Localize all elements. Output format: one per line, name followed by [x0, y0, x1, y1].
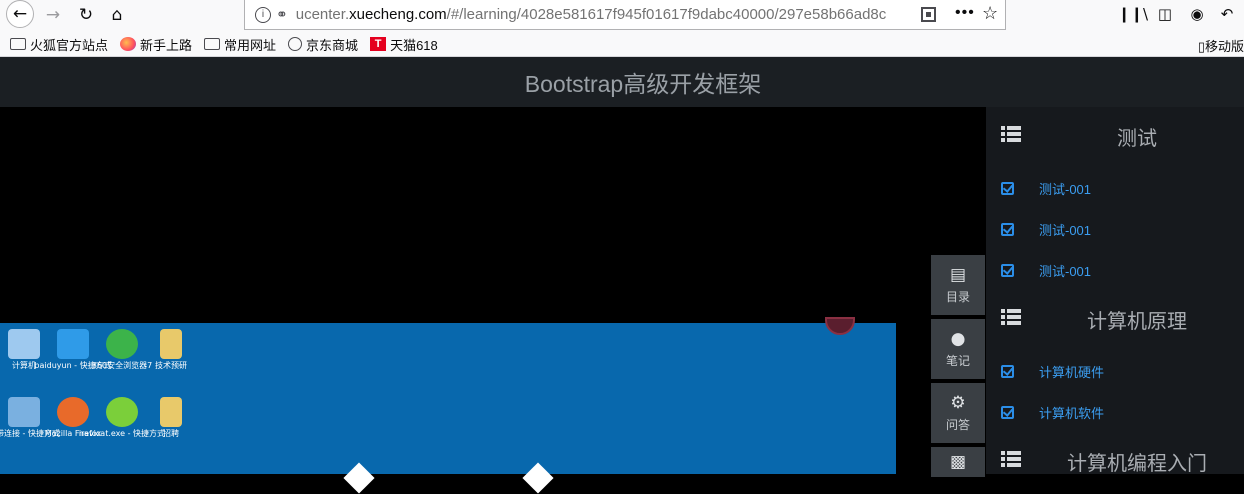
user-icon: ●	[950, 328, 966, 349]
desktop-icon: 技术预研	[147, 329, 195, 370]
page-actions-icon[interactable]: •••	[955, 4, 975, 22]
checkbox-icon	[1001, 405, 1014, 419]
account-icon[interactable]: ◉	[1186, 4, 1208, 24]
browser-chrome: ← → ↻ ⌂ i ⚭ ucenter.xuecheng.com/#/learn…	[0, 0, 1244, 57]
tab-qa[interactable]: ⚙ 问答	[931, 383, 985, 443]
chapter-title: 测试	[1117, 128, 1157, 150]
list-icon	[1001, 126, 1021, 142]
bookmark-label: 火狐官方站点	[30, 37, 109, 53]
arrow-right-icon: →	[45, 5, 61, 25]
home-icon: ⌂	[111, 5, 123, 25]
globe-icon	[288, 37, 303, 51]
folder-icon	[10, 38, 26, 50]
cloud-icon	[57, 329, 89, 359]
desktop-icon: 宽带连接 - 快捷方式	[0, 397, 60, 438]
bookmark-label: 常用网址	[224, 37, 277, 53]
record-icon	[825, 317, 855, 335]
decor-shape	[522, 462, 554, 494]
url-host-prefix: ucenter.	[295, 6, 350, 23]
desktop-icon: navicat.exe - 快捷方式	[79, 397, 165, 438]
network-icon	[8, 397, 40, 427]
phone-icon: ▯	[1197, 39, 1205, 54]
back-button[interactable]: ←	[6, 0, 34, 28]
bookmark-item[interactable]: 火狐官方站点	[10, 35, 108, 54]
firefox-icon	[120, 37, 137, 51]
bookmarks-toolbar: 火狐官方站点 新手上路 常用网址 京东商城 T 天猫618 ▯移动版	[0, 32, 1244, 56]
lesson-item[interactable]: 测试-001	[986, 258, 1244, 282]
bookmark-item[interactable]: 京东商城	[288, 35, 358, 54]
checkbox-icon	[1001, 222, 1014, 236]
desktop-icon: 招聘	[147, 397, 195, 438]
url-host-domain: xuecheng.com	[349, 6, 447, 23]
folder-icon	[204, 38, 221, 50]
video-frame-desktop: 计算机 baiduyun - 快捷方式 360安全浏览器7 技术预研 宽带连接 …	[0, 317, 896, 494]
reload-icon: ↻	[78, 5, 94, 25]
gear-icon: ⚙	[950, 392, 966, 413]
chapter-panel: 测试 测试-001 测试-001 测试-001 计算机原理 计算机硬件 计算机软…	[986, 107, 1244, 477]
url-text[interactable]: ucenter.xuecheng.com/#/learning/4028e581…	[296, 6, 914, 23]
tab-notes[interactable]: ● 笔记	[931, 319, 985, 379]
lesson-item[interactable]: 测试-001	[986, 217, 1244, 241]
checkbox-icon	[1001, 364, 1014, 378]
document-icon: ▩	[949, 452, 967, 472]
chapter-header[interactable]: 测试	[986, 112, 1244, 152]
decor-shape	[343, 462, 375, 494]
arrow-left-icon: ←	[12, 4, 28, 24]
info-icon[interactable]: i	[255, 6, 271, 23]
browser-icon	[106, 329, 138, 359]
tab-catalog[interactable]: ▤ 目录	[931, 255, 985, 315]
folder-icon	[160, 329, 182, 359]
video-player[interactable]: 计算机 baiduyun - 快捷方式 360安全浏览器7 技术预研 宽带连接 …	[0, 107, 986, 494]
mobile-bookmarks[interactable]: ▯移动版	[1198, 36, 1244, 55]
list-icon: ▤	[949, 264, 967, 285]
desktop-icon: baiduyun - 快捷方式	[34, 329, 112, 370]
url-path: /#/learning/4028e581617f945f01617f9dabc4…	[446, 6, 887, 23]
navicat-icon	[106, 397, 138, 427]
side-tabs: ▤ 目录 ● 笔记 ⚙ 问答 ▩	[931, 255, 986, 481]
forward-button[interactable]: →	[40, 3, 66, 27]
library-icon[interactable]: ❙❙\	[1118, 4, 1148, 24]
desktop-icon: 360安全浏览器7	[92, 329, 152, 370]
course-header: Bootstrap高级开发框架	[0, 57, 1244, 107]
bookmark-label: 天猫618	[390, 37, 438, 53]
home-button[interactable]: ⌂	[104, 3, 130, 27]
checkbox-icon	[1001, 263, 1014, 277]
bookmark-label: 新手上路	[140, 37, 193, 53]
chapter-header[interactable]: 计算机原理	[986, 295, 1244, 335]
computer-icon	[8, 329, 40, 359]
chapter-title: 计算机原理	[1087, 311, 1187, 333]
chapter-title: 计算机编程入门	[1067, 453, 1207, 475]
firefox-icon	[57, 397, 89, 427]
qr-code-icon[interactable]	[921, 7, 936, 22]
reload-button[interactable]: ↻	[73, 3, 99, 27]
course-title: Bootstrap高级开发框架	[524, 71, 762, 97]
lesson-item[interactable]: 计算机硬件	[986, 359, 1244, 383]
lesson-item[interactable]: 测试-001	[986, 176, 1244, 200]
sidebar-icon[interactable]: ◫	[1154, 4, 1176, 24]
bookmark-item[interactable]: T 天猫618	[370, 35, 438, 54]
permissions-icon[interactable]: ⚭	[276, 6, 288, 23]
folder-icon	[160, 397, 182, 427]
tab-more[interactable]: ▩	[931, 447, 985, 477]
tmall-icon: T	[370, 37, 387, 51]
bookmark-item[interactable]: 常用网址	[204, 35, 276, 54]
lesson-item[interactable]: 计算机软件	[986, 400, 1244, 424]
bookmark-star-icon[interactable]: ☆	[982, 3, 998, 24]
url-bar[interactable]: i ⚭ ucenter.xuecheng.com/#/learning/4028…	[244, 0, 1006, 30]
bookmark-item[interactable]: 新手上路	[120, 35, 192, 54]
list-icon	[1001, 309, 1021, 325]
chapter-header[interactable]: 计算机编程入门	[986, 437, 1244, 477]
bookmark-label: 京东商城	[306, 37, 359, 53]
undo-icon[interactable]: ↶	[1216, 4, 1238, 24]
list-icon	[1001, 451, 1021, 467]
checkbox-icon	[1001, 181, 1014, 195]
